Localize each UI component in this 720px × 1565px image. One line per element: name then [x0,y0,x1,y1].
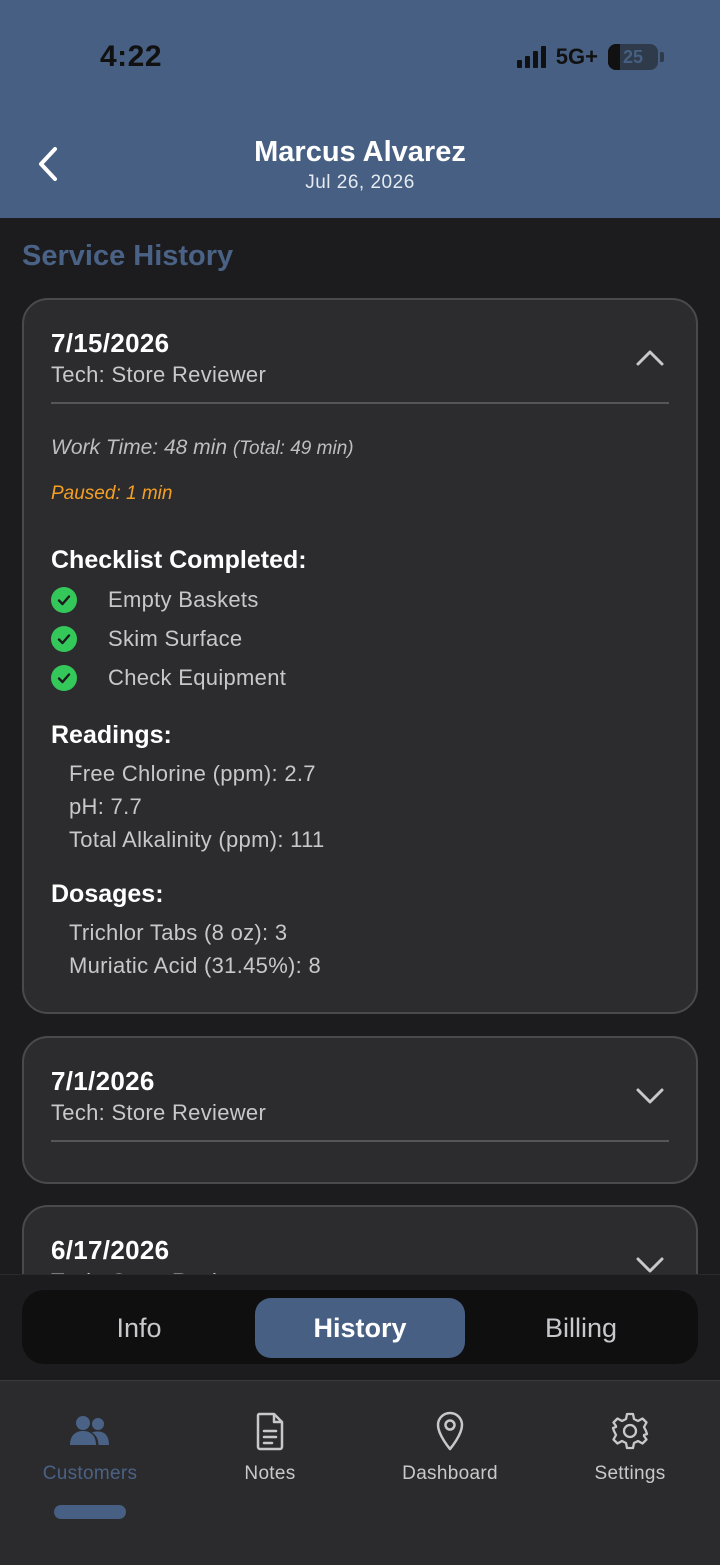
reading-item: Total Alkalinity (ppm): 111 [69,827,325,852]
checklist-item: Skim Surface [51,624,242,654]
visit-card-header[interactable]: 7/15/2026 Tech: Store Reviewer [24,300,696,404]
checklist-heading: Checklist Completed: [51,546,307,574]
gear-icon [608,1409,652,1453]
customer-name: Marcus Alvarez [254,136,466,168]
chevron-down-icon [636,1088,664,1104]
visit-card[interactable]: 7/1/2026 Tech: Store Reviewer [22,1036,698,1184]
visit-tech: Tech: Store Reviewer [51,362,267,387]
checklist-label: Skim Surface [108,626,243,651]
segment-billing[interactable]: Billing [476,1298,686,1358]
tab-label: Customers [42,1463,138,1484]
segment-history[interactable]: History [255,1298,465,1358]
checkmark-circle-icon [51,665,77,691]
visit-date: 7/15/2026 [51,328,170,358]
segment-bar: Info History Billing [0,1274,720,1379]
tab-dashboard[interactable]: Dashboard [360,1409,540,1485]
checkmark-circle-icon [51,626,77,652]
visit-date: 7/1/2026 [51,1066,155,1096]
checklist-label: Check Equipment [108,665,287,690]
readings-heading: Readings: [51,721,172,749]
checklist-label: Empty Baskets [108,587,259,612]
reading-item: pH: 7.7 [69,794,143,819]
checklist-item: Empty Baskets [51,585,259,615]
checkmark-circle-icon [51,587,77,613]
checklist-item: Check Equipment [51,663,286,693]
visit-date: 6/17/2026 [51,1235,170,1265]
dosages-heading: Dosages: [51,880,164,908]
status-indicators: 5G+ 25 [516,44,664,70]
work-time-value: Work Time: 48 min [51,436,228,459]
app-root: 4:22 5G+ 25 Marcus Alvarez Jul 26, 2026 … [0,0,720,1565]
header-date: Jul 26, 2026 [305,172,415,193]
tab-customers[interactable]: Customers [0,1409,180,1485]
dosage-item: Muriatic Acid (31.45%): 8 [69,953,322,978]
tab-notes[interactable]: Notes [180,1409,360,1485]
tab-settings[interactable]: Settings [540,1409,720,1485]
paused-time: Paused: 1 min [51,483,173,504]
signal-icon [516,46,546,68]
tab-bar: Customers Notes Dashboard Settings [0,1380,720,1565]
visit-card: 7/15/2026 Tech: Store Reviewer Work Time… [22,298,698,1014]
divider [51,1140,669,1142]
tab-label: Settings [594,1463,666,1484]
tab-label: Dashboard [402,1463,498,1484]
visit-tech: Tech: Store Reviewer [51,1100,267,1125]
people-icon [68,1409,112,1453]
document-icon [248,1409,292,1453]
battery-icon: 25 [608,44,664,70]
battery-level: 25 [622,46,644,67]
segment-info[interactable]: Info [34,1298,244,1358]
map-pin-icon [428,1409,472,1453]
tab-label: Notes [244,1463,296,1484]
chevron-up-icon [636,350,664,366]
segmented-control: Info History Billing [22,1290,698,1364]
active-tab-indicator [54,1505,126,1519]
work-time: Work Time: 48 min (Total: 49 min) [51,436,354,460]
header: 4:22 5G+ 25 Marcus Alvarez Jul 26, 2026 [0,0,720,218]
network-label: 5G+ [555,44,598,69]
divider [51,402,669,404]
dosage-item: Trichlor Tabs (8 oz): 3 [69,920,288,945]
section-title: Service History [22,240,234,272]
total-time: (Total: 49 min) [232,438,354,459]
reading-item: Free Chlorine (ppm): 2.7 [69,761,316,786]
status-time: 4:22 [100,40,163,73]
